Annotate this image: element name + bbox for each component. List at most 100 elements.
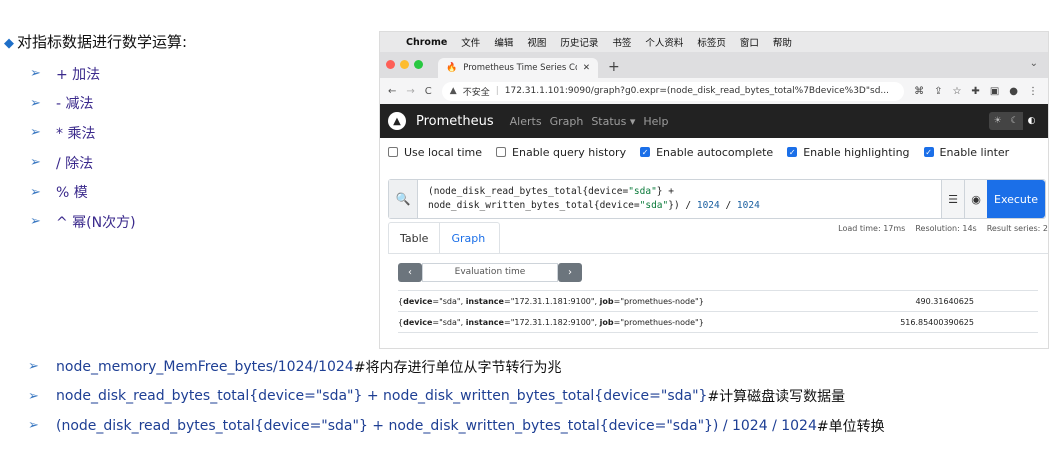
list-item: ➢% 模 <box>30 184 88 202</box>
minimize-window-icon[interactable] <box>400 60 409 69</box>
arrow-bullet-icon: ➢ <box>30 125 41 141</box>
evaluation-time-input[interactable]: Evaluation time <box>422 262 558 282</box>
menu-item[interactable]: 帮助 <box>773 35 792 49</box>
menu-item[interactable]: 历史记录 <box>560 35 598 49</box>
result-table: {device="sda", instance="172.31.1.181:91… <box>398 290 1038 333</box>
format-expression-icon[interactable]: ◉ <box>964 180 987 218</box>
checkbox[interactable] <box>496 147 507 157</box>
evaluation-time-control: ‹ Evaluation time › <box>398 262 1038 282</box>
address-bar: ← → C ▲ 不安全 | 172.31.1.101:9090/graph?g0… <box>380 78 1048 104</box>
more-menu-icon[interactable]: ⋮ <box>1028 86 1038 97</box>
operator-list: ➢ + 加法 ➢ - 减法 ➢ * 乘法 ➢ / 除法 ➢% 模 ➢ ^ 幂(N次方) <box>30 59 136 237</box>
brand-link[interactable]: Prometheus <box>416 114 494 129</box>
browser-window: Chrome 文件 编辑 视图 历史记录 书签 个人资料 标签页 窗口 帮助 🔥… <box>380 32 1048 348</box>
chevron-right-icon[interactable]: › <box>558 262 582 282</box>
tab-strip: 🔥 Prometheus Time Series Collec ✕ + ⌄ <box>380 52 1048 78</box>
menu-item[interactable]: 窗口 <box>740 35 759 49</box>
arrow-bullet-icon: ➢ <box>28 359 39 375</box>
arrow-bullet-icon: ➢ <box>30 155 41 171</box>
chevron-left-icon[interactable]: ‹ <box>398 262 422 282</box>
menu-item[interactable]: 文件 <box>461 35 480 49</box>
list-item: ➢ ^ 幂(N次方) <box>30 214 136 231</box>
new-tab-icon[interactable]: + <box>608 56 620 78</box>
prometheus-navbar: ▲ Prometheus Alerts Graph Status ▾ Help … <box>380 104 1048 138</box>
back-icon[interactable]: ← <box>388 86 396 97</box>
arrow-bullet-icon: ➢ <box>28 388 39 404</box>
chevron-down-icon[interactable]: ⌄ <box>1030 58 1038 69</box>
table-row: {device="sda", instance="172.31.1.182:91… <box>398 311 1038 333</box>
tab-graph[interactable]: Graph <box>440 223 496 253</box>
menu-item[interactable]: 标签页 <box>697 35 726 49</box>
arrow-bullet-icon: ➢ <box>30 66 41 82</box>
result-tabs: Table Graph <box>388 222 500 253</box>
option-use-local-time[interactable]: Use local time <box>388 146 482 159</box>
option-autocomplete[interactable]: ✓ Enable autocomplete <box>640 146 773 159</box>
table-view: ‹ Evaluation time › {device="sda", insta… <box>388 253 1048 345</box>
dark-theme-icon[interactable]: ☾ <box>1006 112 1023 130</box>
list-item: ➢ / 除法 <box>30 155 94 172</box>
checkbox-checked[interactable]: ✓ <box>640 147 651 157</box>
prometheus-favicon-icon: 🔥 <box>446 63 458 73</box>
checkbox-checked[interactable]: ✓ <box>787 147 798 157</box>
query-buttons: ☰ ◉ Execute <box>941 180 1045 218</box>
zoom-window-icon[interactable] <box>414 60 423 69</box>
window-controls <box>386 60 423 69</box>
menu-item[interactable]: 视图 <box>527 35 546 49</box>
nav-alerts[interactable]: Alerts <box>510 115 542 128</box>
light-theme-icon[interactable]: ☀ <box>989 112 1006 130</box>
list-item: ➢ + 加法 <box>30 66 101 83</box>
arrow-bullet-icon: ➢ <box>28 418 39 434</box>
menu-item[interactable]: 编辑 <box>494 35 513 49</box>
nav-help[interactable]: Help <box>643 115 668 128</box>
metrics-explorer-icon[interactable]: ☰ <box>941 180 964 218</box>
diamond-bullet-icon: ◆ <box>4 36 14 51</box>
arrow-bullet-icon: ➢ <box>30 95 41 111</box>
checkbox-checked[interactable]: ✓ <box>923 147 934 157</box>
browser-tab[interactable]: 🔥 Prometheus Time Series Collec ✕ <box>438 58 598 78</box>
menu-item[interactable]: 个人资料 <box>645 35 683 49</box>
slide-heading: ◆ 对指标数据进行数学运算: <box>4 33 188 51</box>
example-notes: ➢ node_memory_MemFree_bytes/1024/1024 #将内… <box>28 352 885 441</box>
arrow-bullet-icon: ➢ <box>30 184 41 200</box>
list-item: ➢ - 减法 <box>30 95 94 113</box>
url-field[interactable]: ▲ 不安全 | 172.31.1.101:9090/graph?g0.expr=… <box>441 81 905 101</box>
extensions-icon[interactable]: ✚ <box>971 86 979 97</box>
close-window-icon[interactable] <box>386 60 395 69</box>
table-row: {device="sda", instance="172.31.1.181:91… <box>398 290 1038 311</box>
mac-menu-bar: Chrome 文件 编辑 视图 历史记录 书签 个人资料 标签页 窗口 帮助 <box>380 32 1048 52</box>
search-icon: 🔍 <box>389 180 418 218</box>
nav-graph[interactable]: Graph <box>550 115 584 128</box>
expression-input-group: 🔍 (node_disk_read_bytes_total{device="sd… <box>388 179 1046 219</box>
reload-icon[interactable]: C <box>425 86 432 97</box>
option-highlighting[interactable]: ✓ Enable highlighting <box>787 146 910 159</box>
menu-item[interactable]: 书签 <box>612 35 631 49</box>
sidebar-icon[interactable]: ▣ <box>990 86 999 97</box>
browser-theme-icon[interactable]: ◐ <box>1023 112 1040 130</box>
execute-button[interactable]: Execute <box>987 180 1045 218</box>
profile-icon[interactable]: ● <box>1009 86 1018 97</box>
list-item: ➢ * 乘法 <box>30 125 96 142</box>
option-linter[interactable]: ✓ Enable linter <box>923 146 1009 159</box>
close-tab-icon[interactable]: ✕ <box>583 63 590 73</box>
bookmark-star-icon[interactable]: ☆ <box>952 86 961 97</box>
tab-table[interactable]: Table <box>389 223 441 253</box>
translate-icon[interactable]: ⌘ <box>914 86 924 97</box>
warning-icon: ▲ <box>449 86 457 96</box>
row-value: 516.85400390625 <box>900 317 974 327</box>
nav-status[interactable]: Status ▾ <box>591 115 635 128</box>
row-value: 490.31640625 <box>915 296 974 306</box>
list-item: ➢ node_disk_read_bytes_total{device="sda"… <box>28 388 846 406</box>
prometheus-logo-icon[interactable]: ▲ <box>388 112 406 130</box>
query-stats: Load time: 17ms Resolution: 14s Result s… <box>838 224 1048 233</box>
share-icon[interactable]: ⇪ <box>934 86 942 97</box>
list-item: ➢ node_memory_MemFree_bytes/1024/1024 #将内… <box>28 358 562 376</box>
expression-input[interactable]: (node_disk_read_bytes_total{device="sda"… <box>418 180 941 218</box>
theme-toggle: ☀ ☾ ◐ <box>989 112 1040 130</box>
menu-item[interactable]: Chrome <box>406 37 447 48</box>
option-query-history[interactable]: Enable query history <box>496 146 626 159</box>
arrow-bullet-icon: ➢ <box>30 214 41 230</box>
address-bar-icons: ⌘ ⇪ ☆ ✚ ▣ ● ⋮ <box>914 86 1048 97</box>
forward-icon[interactable]: → <box>406 86 414 97</box>
checkbox[interactable] <box>388 147 398 157</box>
list-item: ➢ (node_disk_read_bytes_total{device="sda… <box>28 417 885 435</box>
